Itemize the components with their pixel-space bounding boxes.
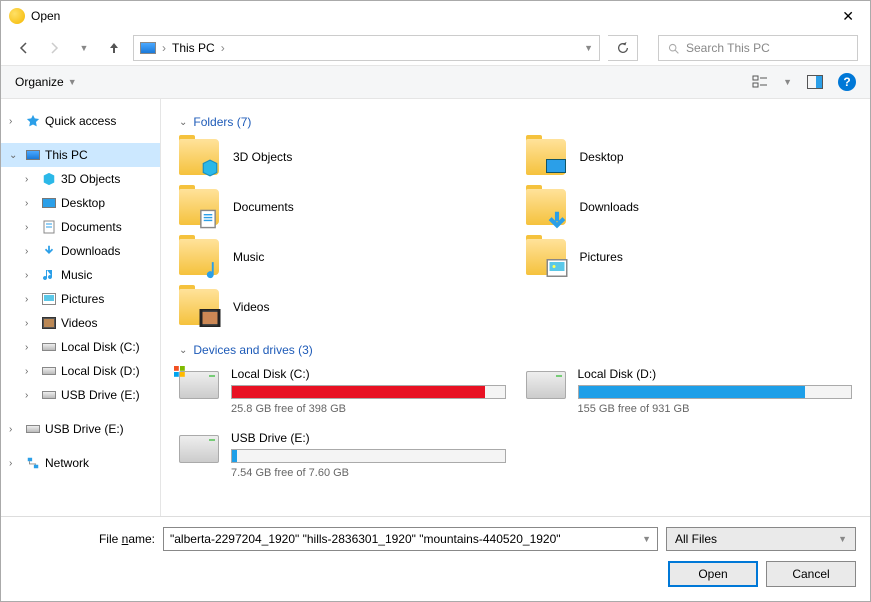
drive-icon [41, 339, 57, 355]
tree-item-music[interactable]: ›Music [1, 263, 160, 287]
refresh-button[interactable] [608, 35, 638, 61]
star-icon [25, 113, 41, 129]
tree-item-videos[interactable]: ›Videos [1, 311, 160, 335]
filename-label: File name: [15, 532, 155, 546]
tree-item-local-disk-c[interactable]: ›Local Disk (C:) [1, 335, 160, 359]
window-title: Open [31, 9, 60, 23]
folders-section-header[interactable]: ⌄ Folders (7) [179, 115, 852, 129]
back-button[interactable] [13, 37, 35, 59]
filename-input[interactable]: "alberta-2297204_1920" "hills-2836301_19… [163, 527, 658, 551]
tree-quick-access[interactable]: › Quick access [1, 109, 160, 133]
tree-item-3d-objects[interactable]: ›3D Objects [1, 167, 160, 191]
drive-free-text: 155 GB free of 931 GB [578, 403, 853, 415]
folder-documents[interactable]: Documents [179, 189, 506, 225]
drive-usb-e[interactable]: USB Drive (E:) 7.54 GB free of 7.60 GB [179, 431, 506, 479]
breadcrumb-sep-icon: › [162, 41, 166, 55]
chevron-down-icon: ⌄ [179, 345, 187, 356]
search-icon [667, 42, 680, 55]
drive-name: Local Disk (D:) [578, 367, 853, 381]
tree-network[interactable]: ›Network [1, 451, 160, 475]
picture-icon [41, 291, 57, 307]
search-placeholder: Search This PC [686, 41, 770, 55]
drives-section-header[interactable]: ⌄ Devices and drives (3) [179, 343, 852, 357]
drive-name: USB Drive (E:) [231, 431, 506, 445]
folder-pictures[interactable]: Pictures [526, 239, 853, 275]
search-input[interactable]: Search This PC [658, 35, 858, 61]
recent-dropdown[interactable]: ▼ [73, 37, 95, 59]
chevron-down-icon[interactable]: ⌄ [9, 150, 21, 161]
video-icon [41, 315, 57, 331]
music-icon [41, 267, 57, 283]
music-icon [199, 259, 221, 277]
download-icon [41, 243, 57, 259]
document-icon [199, 209, 221, 227]
preview-pane-button[interactable] [806, 73, 824, 91]
chevron-down-icon: ▼ [838, 534, 847, 544]
tree-item-desktop[interactable]: ›Desktop [1, 191, 160, 215]
tree-this-pc[interactable]: ⌄ This PC [1, 143, 160, 167]
folder-videos[interactable]: Videos [179, 289, 506, 325]
tree-item-usb-drive[interactable]: ›USB Drive (E:) [1, 383, 160, 407]
drive-local-c[interactable]: Local Disk (C:) 25.8 GB free of 398 GB [179, 367, 506, 415]
file-type-filter[interactable]: All Files ▼ [666, 527, 856, 551]
filename-history-dropdown[interactable]: ▼ [642, 534, 651, 544]
drive-usage-bar [231, 385, 506, 399]
tree-item-documents[interactable]: ›Documents [1, 215, 160, 239]
download-icon [546, 209, 568, 227]
content-area[interactable]: ⌄ Folders (7) 3D Objects Desktop Documen… [161, 99, 870, 516]
folder-downloads[interactable]: Downloads [526, 189, 853, 225]
usb-icon [41, 387, 57, 403]
view-dropdown[interactable]: ▼ [783, 77, 792, 87]
forward-button[interactable] [43, 37, 65, 59]
tree-item-pictures[interactable]: ›Pictures [1, 287, 160, 311]
close-button[interactable]: ✕ [834, 4, 862, 29]
drive-icon [41, 363, 57, 379]
drive-free-text: 7.54 GB free of 7.60 GB [231, 467, 506, 479]
pc-icon [25, 147, 41, 163]
usb-icon [179, 435, 219, 463]
up-button[interactable] [103, 37, 125, 59]
usb-icon [25, 421, 41, 437]
document-icon [41, 219, 57, 235]
cube-icon [199, 159, 221, 177]
picture-icon [546, 259, 568, 277]
open-button[interactable]: Open [668, 561, 758, 587]
chevron-down-icon: ⌄ [179, 117, 187, 128]
help-button[interactable]: ? [838, 73, 856, 91]
desktop-icon [41, 195, 57, 211]
drive-name: Local Disk (C:) [231, 367, 506, 381]
desktop-icon [546, 159, 568, 177]
drive-usage-bar [231, 449, 506, 463]
app-icon [9, 8, 25, 24]
organize-menu[interactable]: Organize ▼ [15, 75, 77, 89]
video-icon [199, 309, 221, 327]
drive-free-text: 25.8 GB free of 398 GB [231, 403, 506, 415]
folder-3d-objects[interactable]: 3D Objects [179, 139, 506, 175]
pc-icon [140, 42, 156, 54]
drive-icon [179, 371, 219, 399]
navigation-tree[interactable]: › Quick access ⌄ This PC ›3D Objects ›De… [1, 99, 161, 516]
drive-icon [526, 371, 566, 399]
folder-desktop[interactable]: Desktop [526, 139, 853, 175]
cube-icon [41, 171, 57, 187]
cancel-button[interactable]: Cancel [766, 561, 856, 587]
view-options-button[interactable] [751, 73, 769, 91]
address-bar[interactable]: › This PC › ▼ [133, 35, 600, 61]
breadcrumb-location[interactable]: This PC [172, 41, 215, 55]
tree-item-local-disk-d[interactable]: ›Local Disk (D:) [1, 359, 160, 383]
address-history-dropdown[interactable]: ▼ [584, 43, 593, 53]
network-icon [25, 455, 41, 471]
tree-item-downloads[interactable]: ›Downloads [1, 239, 160, 263]
drive-usage-bar [578, 385, 853, 399]
drive-local-d[interactable]: Local Disk (D:) 155 GB free of 931 GB [526, 367, 853, 415]
folder-music[interactable]: Music [179, 239, 506, 275]
tree-usb-drive-top[interactable]: ›USB Drive (E:) [1, 417, 160, 441]
breadcrumb-sep-icon[interactable]: › [221, 41, 225, 55]
